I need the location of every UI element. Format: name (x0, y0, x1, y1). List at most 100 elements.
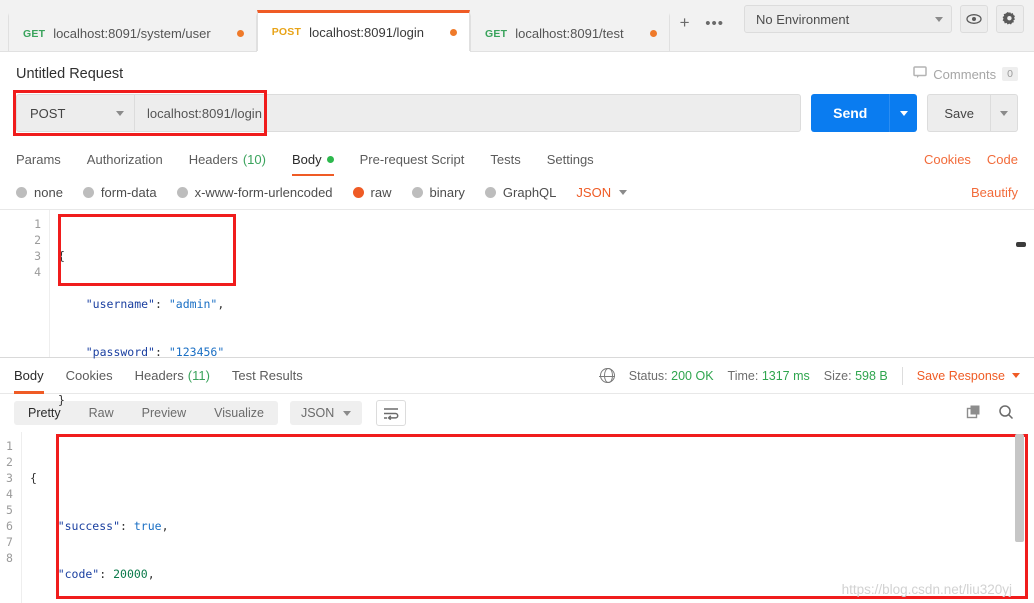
request-header: Untitled Request Comments 0 (0, 52, 1034, 82)
body-present-dot-icon (326, 155, 334, 163)
line-number: 3 (34, 249, 41, 263)
code-line: "code": 20000, (57, 567, 155, 581)
line-number: 4 (34, 265, 41, 279)
chevron-down-icon (619, 190, 628, 195)
line-number: 4 (6, 487, 13, 501)
body-type-raw[interactable]: raw (352, 185, 392, 200)
body-type-label: GraphQL (502, 185, 557, 200)
environment-selector[interactable]: No Environment (744, 5, 952, 33)
postman-window: GET localhost:8091/system/user POST loca… (0, 0, 1034, 603)
plus-icon[interactable]: + (670, 7, 700, 39)
tab-label: Body (291, 151, 322, 167)
response-tab-test-results[interactable]: Test Results (232, 358, 303, 394)
request-body-code[interactable]: { "username": "admin", "password": "1234… (50, 210, 1034, 407)
line-number: 1 (34, 217, 41, 231)
tab-label: Cookies (65, 368, 113, 383)
body-type-label: raw (370, 185, 392, 200)
request-tabs-list: GET localhost:8091/system/user POST loca… (0, 0, 730, 51)
send-button-group: Send (811, 94, 918, 132)
url-bar-row: POST localhost:8091/login Send Save (0, 82, 1034, 136)
tab-label: Authorization (86, 151, 163, 167)
ellipsis-icon[interactable]: ••• (700, 7, 730, 39)
response-body-viewer[interactable]: 1 2 3 4 5 6 7 8 { "success": true, "code… (0, 432, 1034, 603)
code-link[interactable]: Code (987, 152, 1018, 167)
line-number: 5 (6, 503, 13, 517)
request-tab-3[interactable]: GET localhost:8091/test (470, 13, 670, 51)
save-button[interactable]: Save (927, 94, 990, 132)
line-number: 2 (6, 455, 13, 469)
headers-count: (10) (242, 151, 266, 167)
cookies-link[interactable]: Cookies (924, 152, 971, 167)
eye-icon[interactable] (960, 5, 988, 33)
response-scrollbar-thumb[interactable] (1015, 434, 1024, 542)
http-method-selector[interactable]: POST (17, 95, 135, 131)
tab-url-label: localhost:8091/test (515, 26, 624, 41)
comments-label: Comments (933, 66, 997, 82)
radio-icon (176, 187, 188, 198)
response-body-code[interactable]: { "success": true, "code": 20000, "messa… (22, 432, 1034, 603)
raw-format-label: JSON (576, 185, 612, 200)
http-method-label: POST (30, 105, 66, 121)
tab-method-label: POST (271, 26, 302, 38)
request-body-editor[interactable]: 1 2 3 4 { "username": "admin", "password… (0, 210, 1034, 407)
globe-icon (599, 367, 616, 384)
unsaved-changes-dot (649, 30, 657, 37)
tab-settings[interactable]: Settings (547, 142, 594, 176)
radio-icon-selected (352, 187, 364, 198)
tab-tools: + ••• (670, 0, 730, 51)
beautify-button[interactable]: Beautify (971, 185, 1018, 200)
chevron-down-icon (899, 110, 908, 116)
tab-authorization[interactable]: Authorization (87, 142, 163, 176)
request-tab-1[interactable]: GET localhost:8091/system/user (8, 13, 257, 51)
body-type-none[interactable]: none (16, 185, 63, 200)
body-type-label: x-www-form-urlencoded (194, 185, 333, 200)
send-button[interactable]: Send (811, 94, 890, 132)
body-type-label: binary (429, 185, 465, 200)
response-tab-cookies[interactable]: Cookies (66, 358, 113, 394)
tab-params[interactable]: Params (16, 142, 61, 176)
unsaved-changes-dot (450, 28, 458, 36)
tab-tests[interactable]: Tests (490, 142, 520, 176)
response-tab-body[interactable]: Body (14, 358, 44, 394)
tab-label: Settings (546, 151, 594, 167)
tab-label: Params (16, 151, 61, 167)
tab-method-label: GET (485, 27, 508, 40)
radio-icon (484, 187, 496, 198)
raw-format-selector[interactable]: JSON (576, 185, 628, 200)
tab-label: Test Results (231, 368, 303, 383)
body-type-urlencoded[interactable]: x-www-form-urlencoded (176, 185, 333, 200)
tab-label: Headers (188, 151, 238, 167)
tab-method-label: GET (23, 27, 46, 40)
request-url-value: localhost:8091/login (147, 105, 262, 121)
body-type-graphql[interactable]: GraphQL (484, 185, 557, 200)
request-tab-2[interactable]: POST localhost:8091/login (256, 10, 471, 51)
chevron-down-icon (116, 110, 124, 116)
radio-icon (82, 187, 94, 198)
gear-icon[interactable] (996, 5, 1024, 33)
body-type-row: none form-data x-www-form-urlencoded raw… (0, 176, 1034, 210)
comments-button[interactable]: Comments 0 (913, 66, 1018, 82)
tab-body[interactable]: Body (291, 142, 334, 176)
scrollbar-thumb[interactable] (1016, 242, 1026, 247)
request-tab-bar: GET localhost:8091/system/user POST loca… (0, 0, 1034, 52)
body-type-form-data[interactable]: form-data (82, 185, 157, 200)
request-tabs-links: Cookies Code (924, 152, 1018, 167)
tab-url-label: localhost:8091/login (309, 24, 425, 40)
response-tab-headers[interactable]: Headers (11) (135, 358, 210, 394)
code-line: { (58, 249, 65, 263)
tab-pre-request-script[interactable]: Pre-request Script (360, 142, 465, 176)
save-options-button[interactable] (990, 94, 1018, 132)
tab-label: Pre-request Script (359, 151, 465, 167)
tab-headers[interactable]: Headers (10) (189, 142, 266, 176)
response-headers-count: (11) (187, 368, 210, 383)
tab-label: Headers (134, 368, 184, 383)
request-url-input[interactable]: localhost:8091/login (135, 95, 800, 131)
send-options-button[interactable] (889, 94, 918, 132)
tab-label: Tests (490, 151, 521, 167)
line-number: 3 (6, 471, 13, 485)
request-editor-scrollbar[interactable] (1016, 210, 1030, 357)
body-type-binary[interactable]: binary (411, 185, 465, 200)
line-number: 2 (34, 233, 41, 247)
radio-icon (411, 187, 423, 198)
code-line: "username": "admin", (85, 297, 225, 311)
